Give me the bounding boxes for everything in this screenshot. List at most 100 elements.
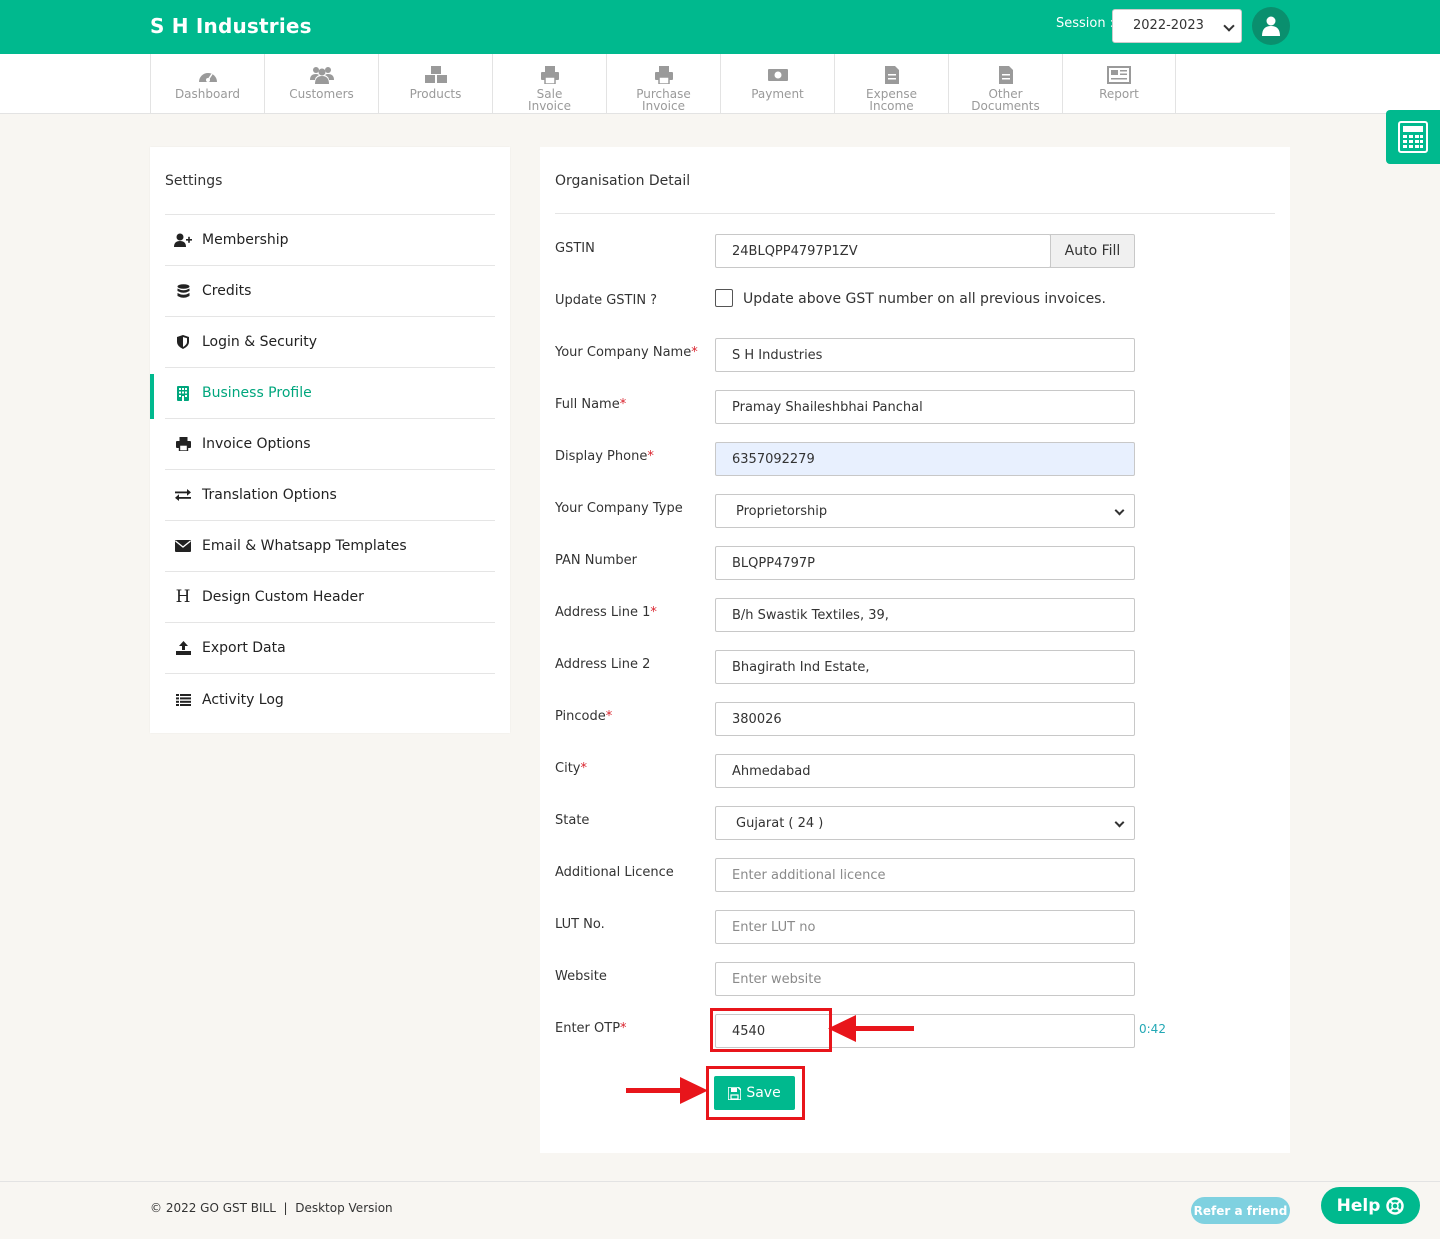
nav-label: Customers xyxy=(289,87,354,101)
sidebar-item-email-whatsapp-templates[interactable]: Email & Whatsapp Templates xyxy=(165,521,495,572)
top-bar: S H Industries Session : 2022-2023 xyxy=(0,0,1440,54)
address-line-1-input[interactable]: B/h Swastik Textiles, 39, xyxy=(715,598,1135,632)
nav-payment[interactable]: Payment xyxy=(720,54,834,114)
gstin-label: GSTIN xyxy=(555,241,595,256)
nav-sale-invoice[interactable]: Sale Invoice xyxy=(492,54,606,114)
nav-dashboard[interactable]: Dashboard xyxy=(150,54,264,114)
printer-icon xyxy=(654,66,673,84)
address-line-2-input[interactable]: Bhagirath Ind Estate, xyxy=(715,650,1135,684)
lut-label: LUT No. xyxy=(555,917,605,932)
building-icon xyxy=(174,385,192,401)
nav-other-documents[interactable]: Other Documents xyxy=(948,54,1062,114)
pincode-label: Pincode* xyxy=(555,709,613,724)
help-button[interactable]: Help xyxy=(1321,1187,1420,1224)
update-gstin-label: Update GSTIN ? xyxy=(555,293,658,308)
state-select[interactable]: Gujarat ( 24 ) xyxy=(715,806,1135,840)
page-title: Organisation Detail xyxy=(555,173,691,189)
sidebar-item-label: Login & Security xyxy=(202,334,318,350)
company-type-select[interactable]: Proprietorship xyxy=(715,494,1135,528)
pan-label: PAN Number xyxy=(555,553,637,568)
company-name-label: Your Company Name* xyxy=(555,345,698,360)
copyright-text: © 2022 GO GST BILL | Desktop Version xyxy=(150,1201,393,1215)
sidebar-item-login-security[interactable]: Login & Security xyxy=(165,317,495,368)
chevron-down-icon xyxy=(1114,817,1125,828)
sidebar-item-label: Credits xyxy=(202,283,252,299)
arrow-left-icon xyxy=(828,1015,914,1042)
sidebar-item-label: Activity Log xyxy=(202,691,284,708)
pan-input[interactable]: BLQPP4797P xyxy=(715,546,1135,580)
database-icon xyxy=(174,283,192,299)
sidebar-item-design-custom-header[interactable]: H Design Custom Header xyxy=(165,572,495,623)
sidebar-item-label: Invoice Options xyxy=(202,436,311,452)
sidebar-item-label: Export Data xyxy=(202,640,286,656)
divider xyxy=(555,213,1275,214)
nav-products[interactable]: Products xyxy=(378,54,492,114)
envelope-icon xyxy=(174,540,192,552)
money-icon xyxy=(767,69,788,81)
session-select[interactable]: 2022-2023 xyxy=(1112,9,1242,43)
avatar[interactable] xyxy=(1252,7,1290,45)
additional-licence-input[interactable]: Enter additional licence xyxy=(715,858,1135,892)
documents-icon xyxy=(998,66,1013,84)
sidebar-item-invoice-options[interactable]: Invoice Options xyxy=(165,419,495,470)
sidebar-item-membership[interactable]: Membership xyxy=(165,215,495,266)
save-highlight-box xyxy=(706,1066,805,1120)
refer-a-friend-button[interactable]: Refer a friend xyxy=(1191,1197,1290,1224)
display-phone-input[interactable]: 6357092279 xyxy=(715,442,1135,476)
state-value: Gujarat ( 24 ) xyxy=(736,816,824,831)
main-nav: Dashboard Customers Products Sale Invoic… xyxy=(0,54,1440,114)
lut-input[interactable]: Enter LUT no xyxy=(715,910,1135,944)
nav-expense-income[interactable]: Expense Income xyxy=(834,54,948,114)
sidebar-item-credits[interactable]: Credits xyxy=(165,266,495,317)
settings-panel: Settings Membership Credits Login & Secu… xyxy=(150,147,510,733)
printer-icon xyxy=(174,437,192,451)
update-gstin-text: Update above GST number on all previous … xyxy=(743,291,1106,307)
help-label: Help xyxy=(1336,1195,1381,1216)
address-line-1-label: Address Line 1* xyxy=(555,605,657,620)
company-type-value: Proprietorship xyxy=(736,504,828,519)
sidebar-item-label: Business Profile xyxy=(202,385,312,401)
city-label: City* xyxy=(555,761,587,776)
nav-label: Purchase Invoice xyxy=(636,87,691,113)
sidebar-item-label: Membership xyxy=(202,232,289,248)
website-input[interactable]: Enter website xyxy=(715,962,1135,996)
chevron-down-icon xyxy=(1223,20,1235,32)
printer-icon xyxy=(540,66,559,84)
nav-label: Sale Invoice xyxy=(528,87,571,113)
update-gstin-checkbox[interactable] xyxy=(715,289,733,307)
full-name-input[interactable]: Pramay Shaileshbhai Panchal xyxy=(715,390,1135,424)
brand-name[interactable]: S H Industries xyxy=(150,14,312,38)
products-icon xyxy=(424,66,447,83)
heading-icon: H xyxy=(175,587,191,607)
list-icon xyxy=(174,693,192,706)
city-input[interactable]: Ahmedabad xyxy=(715,754,1135,788)
company-name-input[interactable]: S H Industries xyxy=(715,338,1135,372)
sidebar-item-label: Email & Whatsapp Templates xyxy=(202,538,407,554)
nav-report[interactable]: Report xyxy=(1062,54,1176,114)
gstin-input[interactable]: 24BLQPP4797P1ZV xyxy=(715,234,1051,268)
auto-fill-button[interactable]: Auto Fill xyxy=(1050,234,1135,268)
sidebar-item-translation-options[interactable]: Translation Options xyxy=(165,470,495,521)
session-value: 2022-2023 xyxy=(1133,18,1204,33)
pincode-input[interactable]: 380026 xyxy=(715,702,1135,736)
session-label: Session : xyxy=(1056,16,1115,31)
nav-label: Products xyxy=(409,87,462,101)
nav-label: Payment xyxy=(751,87,804,101)
full-name-label: Full Name* xyxy=(555,397,627,412)
calculator-button[interactable] xyxy=(1386,110,1440,164)
calculator-icon xyxy=(1398,121,1428,153)
additional-licence-label: Additional Licence xyxy=(555,865,674,880)
exchange-icon xyxy=(174,489,192,501)
dashboard-icon xyxy=(198,73,217,82)
customers-icon xyxy=(309,67,334,84)
sidebar-item-activity-log[interactable]: Activity Log xyxy=(165,674,495,725)
active-indicator xyxy=(150,374,154,419)
document-icon xyxy=(884,66,899,84)
user-plus-icon xyxy=(174,233,192,247)
nav-purchase-invoice[interactable]: Purchase Invoice xyxy=(606,54,720,114)
sidebar-item-export-data[interactable]: Export Data xyxy=(165,623,495,674)
sidebar-item-business-profile[interactable]: Business Profile xyxy=(165,368,495,419)
sidebar-item-label: Design Custom Header xyxy=(202,589,364,605)
nav-customers[interactable]: Customers xyxy=(264,54,378,114)
nav-label: Expense Income xyxy=(866,87,917,113)
